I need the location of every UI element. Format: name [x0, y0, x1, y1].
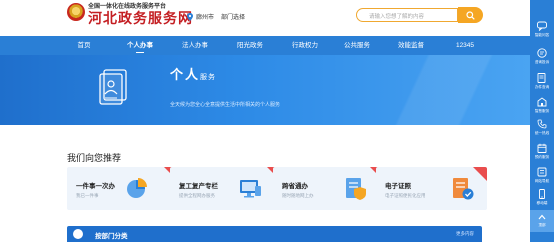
category-icon [73, 229, 83, 239]
main-nav: 首页 个人办事 法人办事 阳光政务 行政权力 公共服务 效能监督 12345 [0, 36, 530, 55]
side-item-case-query[interactable]: 办件查询 [530, 70, 554, 94]
side-item-label: 智能问答 [534, 33, 550, 37]
side-item-label: 智慧服务 [534, 109, 550, 113]
side-item-appointment[interactable]: 预约服务 [530, 140, 554, 164]
consult-icon [537, 48, 547, 58]
chevron-up-icon [538, 214, 546, 220]
banner-decoration [310, 55, 530, 125]
card-title: 电子证照 [385, 183, 411, 190]
card-title: 复工复产专栏 [179, 183, 218, 190]
side-item-smart-qa[interactable]: 智能问答 [530, 18, 554, 42]
nav-item-open-affairs[interactable]: 阳光政务 [229, 36, 271, 55]
calendar-icon [537, 143, 547, 153]
banner-title: 个人服务 [170, 64, 216, 83]
recommend-card-resume-work[interactable]: 复工复产专栏 提供全程网办服务 [170, 167, 281, 210]
nav-item-hotline[interactable]: 12345 [444, 36, 486, 55]
nav-item-home[interactable]: 首页 [64, 36, 104, 55]
banner-description: 全天候为您全心全意提供生活中所相关的个人服务 [170, 102, 281, 108]
search-icon [466, 11, 475, 20]
search-doc-icon [537, 73, 546, 83]
search-input[interactable]: 请输入您想了解的内容 [356, 8, 458, 22]
card-desc: 我已一件事 [76, 193, 99, 198]
card-title: 跨省通办 [282, 183, 308, 190]
side-item-label: 统一热线 [534, 131, 550, 135]
document-person-icon [99, 69, 127, 105]
site-logo-title[interactable]: 河北政务服务网 [88, 8, 193, 28]
location-pin-icon [187, 13, 193, 21]
recommend-heading: 我们向您推荐 [67, 153, 122, 163]
mobile-icon [539, 189, 545, 199]
card-desc: 电子证照便民化应用 [385, 193, 426, 198]
side-item-smart-service[interactable]: 智慧服务 [530, 94, 554, 118]
side-item-mobile[interactable]: 移动端 [530, 186, 554, 210]
dept-category-title: 按部门分类 [95, 233, 128, 240]
site-header: 全国一体化在线政务服务平台 河北政务服务网 廊州市 部门选择 请输入您想了解的内… [0, 0, 530, 35]
side-item-label: 网站导航 [534, 179, 550, 183]
smart-icon [537, 97, 547, 107]
nav-item-personal[interactable]: 个人办事 [119, 36, 161, 55]
monitor-icon [240, 180, 261, 198]
search-button[interactable] [458, 7, 483, 23]
dept-select-link[interactable]: 部门选择 [221, 12, 245, 21]
nav-item-supervision[interactable]: 效能监督 [390, 36, 432, 55]
side-item-site-nav[interactable]: 网站导航 [530, 164, 554, 188]
nav-item-admin-power[interactable]: 行政权力 [284, 36, 326, 55]
chat-icon [537, 21, 547, 31]
side-item-label: 移动端 [536, 201, 548, 205]
side-item-label: 预约服务 [534, 155, 550, 159]
nav-icon [537, 167, 547, 177]
more-link[interactable]: 更多内容 [456, 231, 474, 237]
banner-title-small: 服务 [200, 74, 217, 81]
floating-sidebar: 智能问答 咨询投诉 办件查询 智慧服务 统一热线 预约服务 网站导航 移动端 顶… [530, 0, 554, 242]
certificate-icon [453, 178, 474, 200]
banner: 个人服务 全天候为您全心全意提供生活中所相关的个人服务 [0, 55, 530, 125]
dept-category-bar: 按部门分类 更多内容 [67, 226, 482, 242]
pie-chart-icon [127, 178, 147, 198]
card-desc: 提供全程网办服务 [179, 193, 215, 198]
side-item-hotline[interactable]: 统一热线 [530, 116, 554, 140]
recommend-card-cross-province[interactable]: 跨省通办 随时随地网上办 [273, 167, 384, 210]
banner-title-big: 个人 [170, 67, 201, 82]
national-emblem-icon [67, 3, 85, 21]
back-to-top-button[interactable]: 顶部 [530, 210, 554, 232]
side-item-label: 咨询投诉 [534, 60, 550, 64]
back-to-top-label: 顶部 [538, 223, 546, 227]
card-title: 一件事一次办 [76, 183, 115, 190]
recommend-card-one-thing[interactable]: 一件事一次办 我已一件事 [67, 167, 178, 210]
document-shield-icon [346, 178, 366, 200]
side-item-consult[interactable]: 咨询投诉 [530, 45, 554, 69]
nav-item-public-service[interactable]: 公共服务 [336, 36, 378, 55]
side-item-label: 办件查询 [534, 85, 550, 89]
location-selector[interactable]: 廊州市 [196, 12, 214, 21]
nav-item-legal-person[interactable]: 法人办事 [174, 36, 216, 55]
card-desc: 随时随地网上办 [282, 193, 314, 198]
recommend-card-e-license[interactable]: 电子证照 电子证照便民化应用 [376, 167, 487, 210]
phone-icon [537, 119, 547, 129]
